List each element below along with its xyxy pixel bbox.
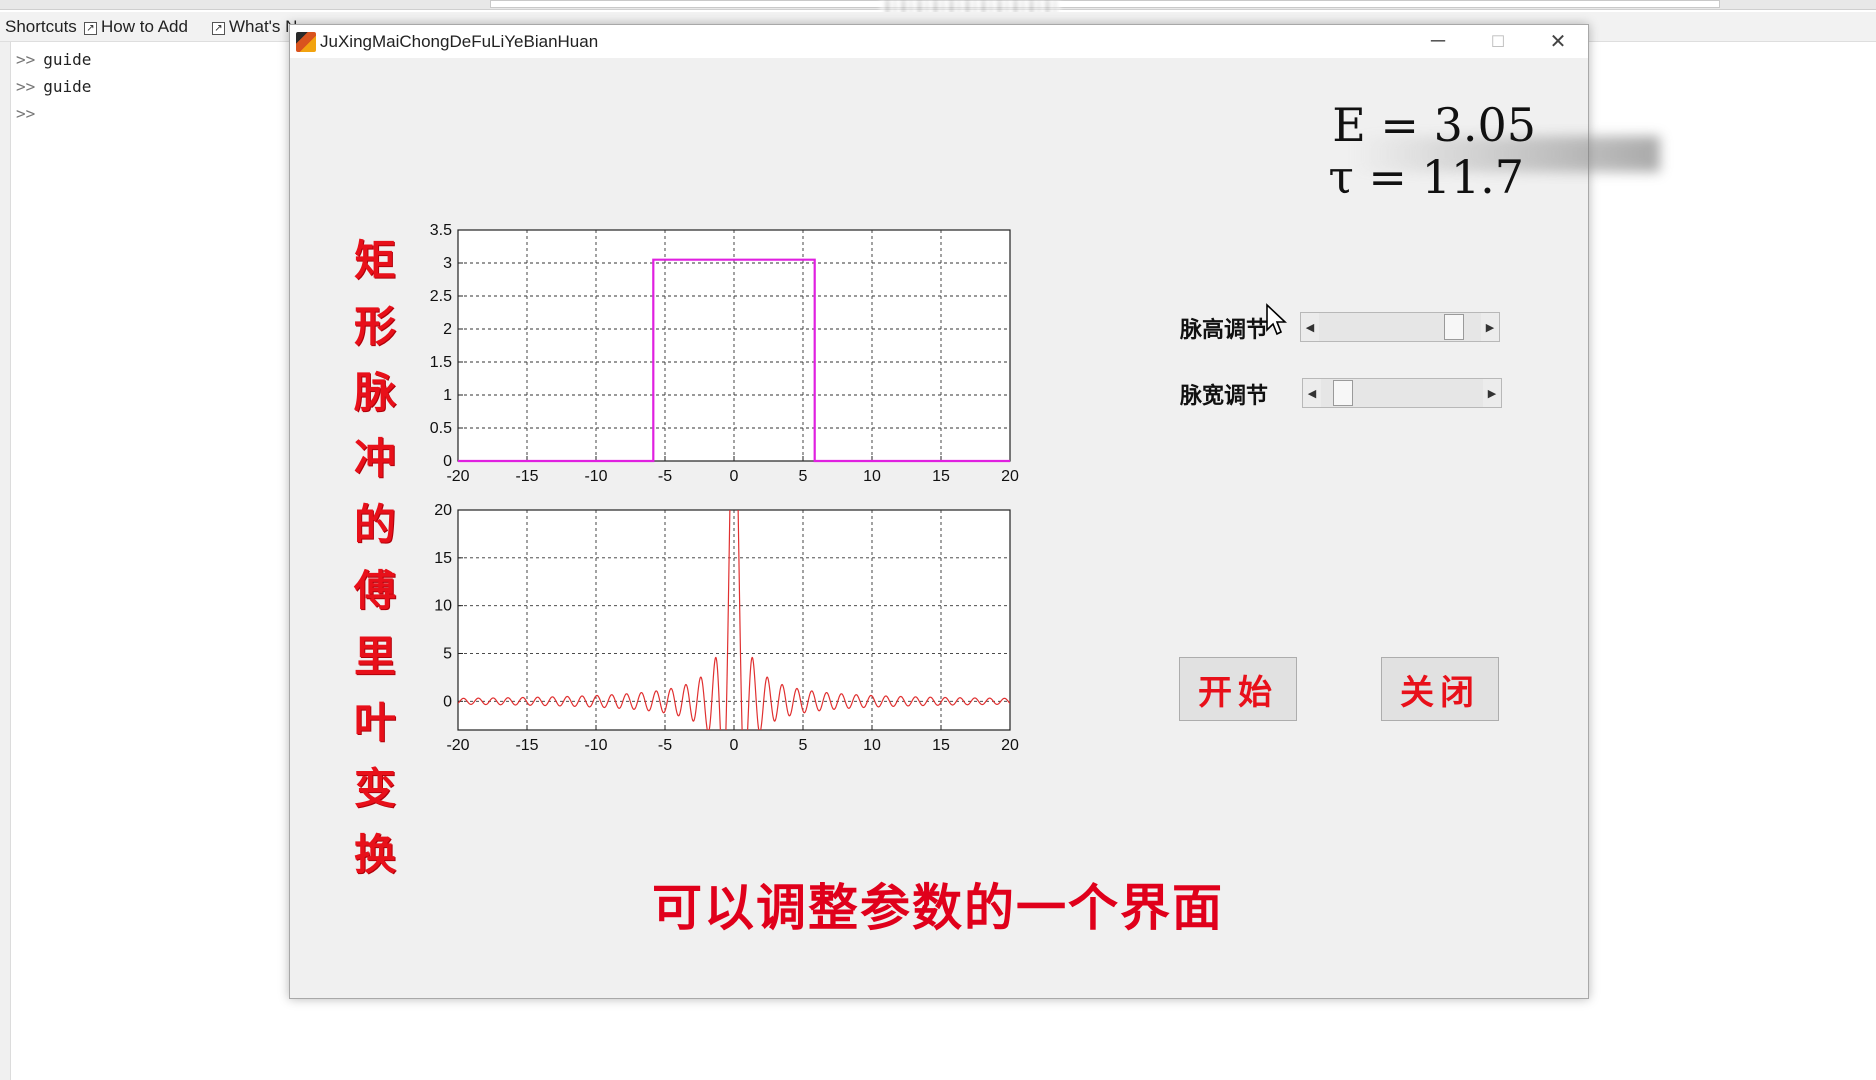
pulse-height-label: 脉高调节 <box>1180 317 1269 343</box>
matlab-logo-icon <box>296 32 316 52</box>
x-tick-label: -5 <box>658 737 672 754</box>
shortcut-how-to-add[interactable]: ↗ How to Add <box>84 17 188 37</box>
x-tick-label: 0 <box>730 737 739 754</box>
y-tick-label: 0.5 <box>430 420 452 437</box>
shortcuts-item[interactable]: Shortcuts <box>5 17 77 37</box>
screen: Shortcuts ↗ How to Add ↗ What's N >> guide … <box>0 0 1876 1080</box>
spectrum-plot: -20 -15 -10 -5 0 5 10 15 20 0 5 10 15 20 <box>434 502 1019 754</box>
minimize-button[interactable]: ─ <box>1408 25 1468 58</box>
close-window-button[interactable]: ✕ <box>1528 25 1588 58</box>
y-tick-label: 2 <box>443 321 452 338</box>
command-text: guide <box>43 50 92 69</box>
shortcut-label: How to Add <box>101 17 188 36</box>
y-tick-label: 0 <box>443 693 452 710</box>
maximize-icon: ☐ <box>1490 33 1506 51</box>
y-tick-label: 10 <box>434 598 452 615</box>
time-domain-plot: -20 -15 -10 -5 0 5 10 15 20 0 0.5 1 1.5 2 2.5 3 3.5 <box>430 222 1019 485</box>
side-title-char: 的 <box>353 500 396 549</box>
command-line-active[interactable]: >> <box>16 104 43 123</box>
pulse-width-label: 脉宽调节 <box>1180 383 1269 409</box>
side-title-char: 叶 <box>353 698 396 747</box>
command-prompt: >> <box>16 50 36 69</box>
slider-left-arrow-icon[interactable]: ◀ <box>1301 313 1319 341</box>
x-tick-label: 15 <box>932 468 950 485</box>
shortcut-icon: ↗ <box>84 22 97 35</box>
shortcut-icon: ↗ <box>212 22 225 35</box>
E-value-display: E = 3.05 <box>1332 98 1536 152</box>
x-tick-label: -15 <box>515 737 538 754</box>
x-tick-label: 5 <box>799 468 808 485</box>
command-text: guide <box>43 77 92 96</box>
mouse-cursor-icon <box>1266 303 1288 336</box>
x-tick-label: -20 <box>446 737 469 754</box>
command-line: >> guide <box>16 77 91 96</box>
side-title-char: 矩 <box>353 236 396 285</box>
y-tick-label: 3 <box>443 255 452 272</box>
slider-right-arrow-icon[interactable]: ▶ <box>1483 379 1501 407</box>
y-tick-label: 1 <box>443 387 452 404</box>
side-title: 矩形脉冲的傅里叶变换 <box>345 228 405 888</box>
side-title-char: 里 <box>353 632 396 681</box>
start-button[interactable]: 开始 <box>1179 657 1297 721</box>
x-tick-label: -20 <box>446 468 469 485</box>
command-line: >> guide <box>16 50 91 69</box>
figure-title: JuXingMaiChongDeFuLiYeBianHuan <box>320 32 599 51</box>
figure-content: E = 3.05 τ = 11.7 矩形脉冲的傅里叶变换 -20 -15 -10 -5… <box>290 58 1660 1000</box>
x-tick-label: -15 <box>515 468 538 485</box>
side-title-char: 冲 <box>353 434 396 483</box>
minimize-icon: ─ <box>1430 30 1446 52</box>
current-folder-address-bar[interactable] <box>490 0 1720 8</box>
slider-left-arrow-icon[interactable]: ◀ <box>1303 379 1321 407</box>
side-title-char: 傅 <box>353 566 396 615</box>
x-tick-label: 5 <box>799 737 808 754</box>
close-button[interactable]: 关闭 <box>1381 657 1499 721</box>
x-tick-label: 20 <box>1001 737 1019 754</box>
y-tick-label: 3.5 <box>430 222 452 239</box>
y-tick-label: 2.5 <box>430 288 452 305</box>
x-tick-label: -10 <box>584 737 607 754</box>
maximize-button[interactable]: ☐ <box>1468 25 1528 58</box>
pulse-height-slider[interactable]: ◀ ▶ <box>1300 312 1500 342</box>
shortcut-label: What's N <box>229 17 298 36</box>
x-tick-label: 20 <box>1001 468 1019 485</box>
side-title-char: 形 <box>353 302 396 351</box>
subtitle-caption: 可以调整参数的一个界面 <box>652 879 1224 937</box>
pulse-width-slider[interactable]: ◀ ▶ <box>1302 378 1502 408</box>
x-tick-label: 10 <box>863 468 881 485</box>
x-tick-label: -5 <box>658 468 672 485</box>
pulse-width-slider-thumb[interactable] <box>1332 380 1353 406</box>
y-tick-label: 20 <box>434 502 452 519</box>
command-prompt: >> <box>16 77 36 96</box>
slider-right-arrow-icon[interactable]: ▶ <box>1481 313 1499 341</box>
y-tick-label: 1.5 <box>430 354 452 371</box>
figure-window: JuXingMaiChongDeFuLiYeBianHuan ─ ☐ ✕ E =… <box>289 24 1660 1000</box>
tau-value-display: τ = 11.7 <box>1328 150 1524 204</box>
close-icon: ✕ <box>1549 31 1567 53</box>
y-tick-label: 0 <box>443 453 452 470</box>
shortcut-whats-new[interactable]: ↗ What's N <box>212 17 297 37</box>
y-tick-label: 5 <box>443 645 452 662</box>
y-tick-label: 15 <box>434 550 452 567</box>
x-tick-label: 15 <box>932 737 950 754</box>
x-tick-label: 10 <box>863 737 881 754</box>
figure-titlebar[interactable]: JuXingMaiChongDeFuLiYeBianHuan ─ ☐ ✕ <box>290 25 1588 58</box>
command-prompt: >> <box>16 104 36 123</box>
x-tick-label: 0 <box>730 468 739 485</box>
side-title-char: 脉 <box>353 368 396 417</box>
side-title-char: 变 <box>353 764 396 813</box>
pulse-height-slider-thumb[interactable] <box>1444 314 1465 340</box>
x-tick-label: -10 <box>584 468 607 485</box>
